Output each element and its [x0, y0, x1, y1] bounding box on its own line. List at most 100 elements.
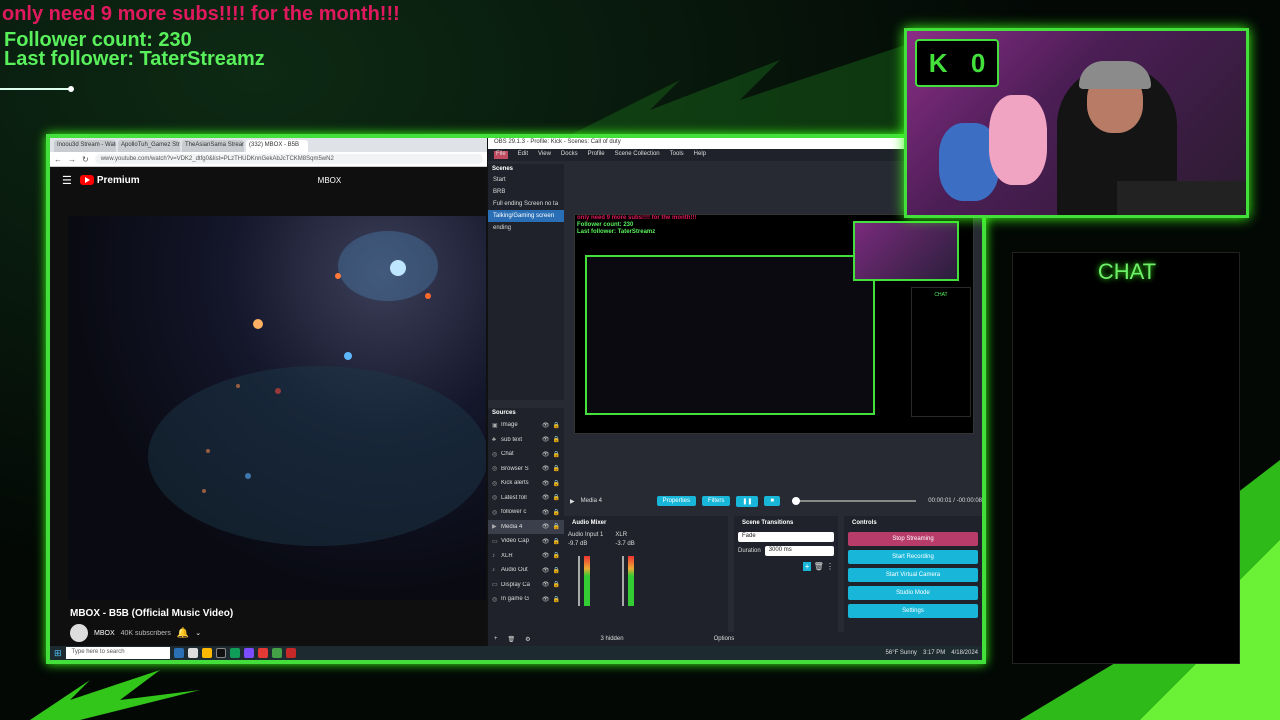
taskbar-app-icon[interactable] [215, 648, 226, 658]
taskbar-app-icon[interactable] [271, 648, 282, 658]
media-seek-slider[interactable] [792, 497, 917, 505]
volume-slider[interactable] [622, 556, 624, 606]
menu-view[interactable]: View [538, 151, 551, 159]
lock-icon[interactable]: 🔒 [553, 596, 560, 603]
menu-tools[interactable]: Tools [670, 151, 684, 159]
video-player[interactable] [68, 216, 486, 600]
lock-icon[interactable]: 🔒 [553, 480, 560, 487]
menu-file[interactable]: File [494, 151, 508, 159]
clock-time[interactable]: 3:17 PM [923, 650, 945, 656]
source-item[interactable]: ♪ Audio Out 👁 🔒 [488, 563, 564, 578]
weather-text[interactable]: 56°F Sunny [886, 650, 917, 656]
source-item[interactable]: ♣ sub text 👁 🔒 [488, 433, 564, 448]
taskbar-app-icon[interactable] [229, 648, 240, 658]
windows-start-icon[interactable]: ⊞ [54, 648, 62, 659]
source-item[interactable]: ◎ follower c 👁 🔒 [488, 505, 564, 520]
play-icon[interactable]: ▶ [570, 498, 575, 505]
obs-preview[interactable]: only need 9 more subs!!!! for the month!… [574, 214, 974, 434]
more-icon[interactable]: ⋮ [826, 562, 834, 571]
lock-icon[interactable]: 🔒 [553, 422, 560, 429]
visibility-icon[interactable]: 👁 [542, 538, 550, 545]
scene-item[interactable]: Start [488, 174, 564, 186]
taskbar-app-icon[interactable] [187, 648, 198, 658]
trash-icon[interactable]: 🗑 [814, 562, 824, 571]
taskbar-app-icon[interactable] [285, 648, 296, 658]
lock-icon[interactable]: 🔒 [553, 436, 560, 443]
filters-button[interactable]: Filters [701, 496, 731, 506]
menu-docks[interactable]: Docks [561, 151, 578, 159]
lock-icon[interactable]: 🔒 [553, 567, 560, 574]
lock-icon[interactable]: 🔒 [553, 581, 560, 588]
lock-icon[interactable]: 🔒 [553, 523, 560, 530]
url-field[interactable]: www.youtube.com/watch?v=VDK2_dtfg0&list=… [94, 154, 483, 164]
start-virtual-camera-button[interactable]: Start Virtual Camera [848, 568, 978, 582]
channel-name[interactable]: MBOX [94, 630, 115, 637]
volume-slider[interactable] [578, 556, 580, 606]
pause-button[interactable]: ❚❚ [736, 495, 759, 507]
taskbar-app-icon[interactable] [201, 648, 212, 658]
lock-icon[interactable]: 🔒 [553, 465, 560, 472]
source-item[interactable]: ◎ Kick alerts 👁 🔒 [488, 476, 564, 491]
options-button[interactable]: Options [714, 636, 735, 642]
visibility-icon[interactable]: 👁 [542, 581, 550, 588]
start-recording-button[interactable]: Start Recording [848, 550, 978, 564]
source-item[interactable]: ♪ XLR 👁 🔒 [488, 549, 564, 564]
menu-help[interactable]: Help [694, 151, 706, 159]
browser-tab-active[interactable]: (332) MBOX - B5B [246, 140, 308, 152]
scene-item-selected[interactable]: Talking/Gaming screen [488, 210, 564, 222]
duration-field[interactable]: 3000 ms [764, 546, 834, 556]
add-transition-icon[interactable]: + [802, 562, 812, 571]
menu-icon[interactable]: ☰ [62, 174, 72, 187]
lock-icon[interactable]: 🔒 [553, 552, 560, 559]
clock-date[interactable]: 4/18/2024 [951, 650, 978, 656]
source-item[interactable]: ◎ Browser S 👁 🔒 [488, 462, 564, 477]
visibility-icon[interactable]: 👁 [542, 436, 550, 443]
source-item[interactable]: ▭ Display Ca 👁 🔒 [488, 578, 564, 593]
bell-icon[interactable]: 🔔 [177, 628, 189, 639]
menu-scene-collection[interactable]: Scene Collection [615, 151, 660, 159]
scene-item[interactable]: BRB [488, 186, 564, 198]
reload-icon[interactable]: ↻ [82, 155, 89, 164]
gear-icon[interactable]: ⚙ [525, 636, 530, 643]
source-item[interactable]: ▭ Video Cap 👁 🔒 [488, 534, 564, 549]
lock-icon[interactable]: 🔒 [553, 509, 560, 516]
add-source-icon[interactable]: + [494, 636, 498, 642]
stop-media-button[interactable]: ■ [764, 496, 781, 506]
visibility-icon[interactable]: 👁 [542, 567, 550, 574]
visibility-icon[interactable]: 👁 [542, 596, 550, 603]
stop-streaming-button[interactable]: Stop Streaming [848, 532, 978, 546]
visibility-icon[interactable]: 👁 [542, 422, 550, 429]
taskbar-app-icon[interactable] [243, 648, 254, 658]
visibility-icon[interactable]: 👁 [542, 523, 550, 530]
studio-mode-button[interactable]: Studio Mode [848, 586, 978, 600]
source-item[interactable]: ◎ In game G 👁 🔒 [488, 592, 564, 607]
source-item[interactable]: ◎ Chat 👁 🔒 [488, 447, 564, 462]
forward-icon[interactable]: → [68, 155, 76, 164]
browser-tab[interactable]: TheAsianSama Stream [182, 140, 244, 152]
menu-edit[interactable]: Edit [518, 151, 528, 159]
visibility-icon[interactable]: 👁 [542, 509, 550, 516]
visibility-icon[interactable]: 👁 [542, 480, 550, 487]
settings-button[interactable]: Settings [848, 604, 978, 618]
scene-item[interactable]: ending [488, 222, 564, 234]
back-icon[interactable]: ← [54, 155, 62, 164]
source-item[interactable]: ◎ Latest foll 👁 🔒 [488, 491, 564, 506]
scene-item[interactable]: Full ending Screen no ta [488, 198, 564, 210]
source-item[interactable]: ▶ Media 4 👁 🔒 [488, 519, 564, 534]
source-item[interactable]: ▣ Image 👁 🔒 [488, 418, 564, 433]
visibility-icon[interactable]: 👁 [542, 552, 550, 559]
video-title[interactable]: MBOX - B5B (Official Music Video) [70, 608, 233, 619]
taskbar-search[interactable]: Type here to search [65, 647, 170, 659]
youtube-logo[interactable]: Premium [79, 175, 140, 186]
lock-icon[interactable]: 🔒 [553, 451, 560, 458]
transition-select[interactable]: Fade [738, 532, 834, 542]
browser-tab[interactable]: Inoou3d Stream - Watch Li [54, 140, 116, 152]
channel-avatar[interactable] [70, 624, 88, 642]
remove-source-icon[interactable]: 🗑 [508, 636, 516, 643]
chevron-down-icon[interactable]: ⌄ [195, 629, 201, 637]
lock-icon[interactable]: 🔒 [553, 494, 560, 501]
visibility-icon[interactable]: 👁 [542, 451, 550, 458]
visibility-icon[interactable]: 👁 [542, 465, 550, 472]
taskbar-app-icon[interactable] [257, 648, 268, 658]
taskbar-app-icon[interactable] [173, 648, 184, 658]
